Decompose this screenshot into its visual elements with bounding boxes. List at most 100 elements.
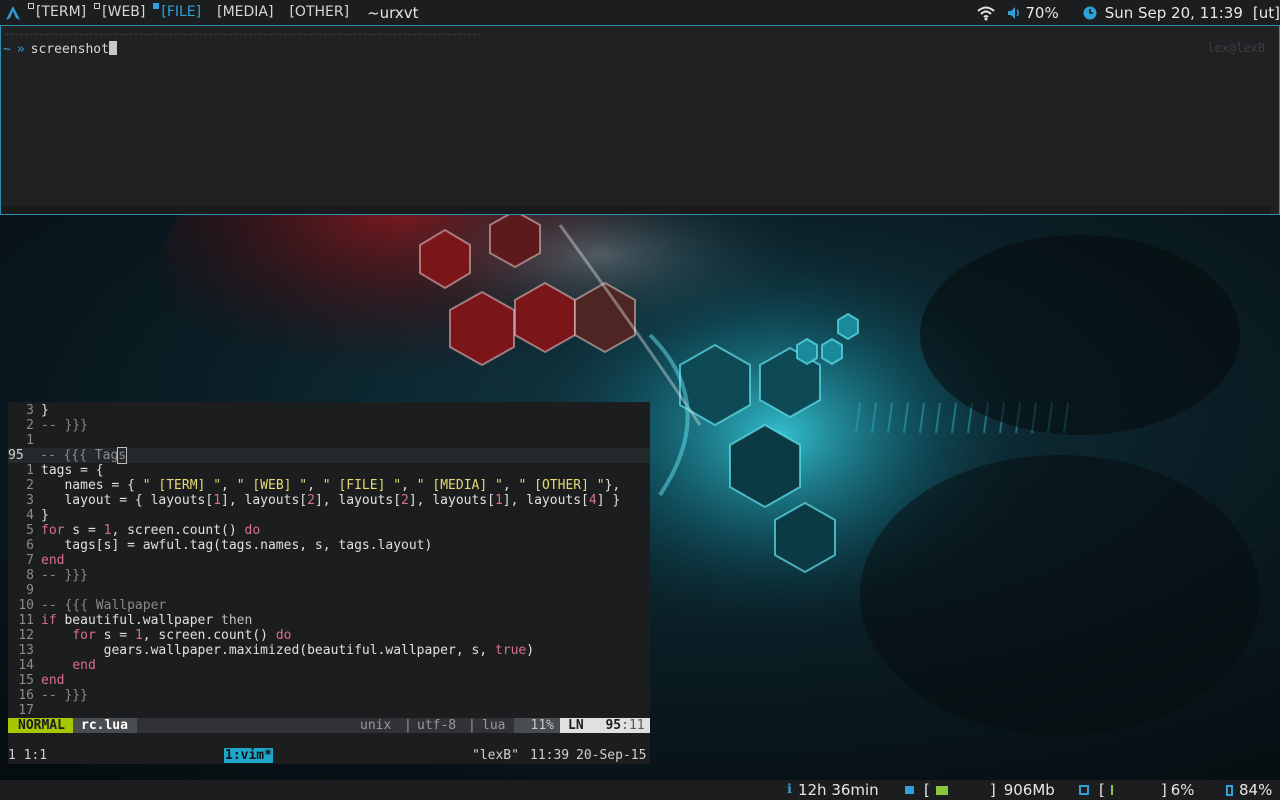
vim-line[interactable]: 8 -- }}}	[8, 568, 650, 583]
vim-statusline: NORMAL rc.lua unix | utf-8 | lua 11% LN …	[8, 718, 650, 733]
line-code: }	[41, 508, 49, 523]
prompt-directory: ~	[3, 42, 11, 57]
vim-line[interactable]: 12 for s = 1, screen.count() do	[8, 628, 650, 643]
tmux-date: 20-Sep-15	[576, 748, 647, 763]
uptime-widget: ℹ 12h 36min	[787, 780, 879, 800]
memory-bar-close: ]	[989, 781, 996, 799]
memory-value: 906Mb	[1003, 781, 1055, 799]
vim-line[interactable]: 17	[8, 703, 650, 718]
vim-line[interactable]: 7 end	[8, 553, 650, 568]
terminal-bottom-strip	[1, 206, 1271, 214]
line-number: 1	[26, 463, 34, 478]
vim-line[interactable]: 5 for s = 1, screen.count() do	[8, 523, 650, 538]
line-code: tags = {	[41, 463, 104, 478]
memory-bar-fill	[935, 785, 948, 795]
vim-sep: |	[404, 718, 412, 733]
vim-filetype: lua	[482, 718, 506, 733]
vim-line[interactable]: 11 if beautiful.wallpaper then	[8, 613, 650, 628]
tmux-time: 11:39	[530, 748, 570, 763]
tag-media[interactable]: [MEDIA]	[207, 0, 279, 25]
line-code: end	[41, 673, 65, 688]
battery-value: 84%	[1239, 781, 1273, 799]
line-code: end	[41, 553, 65, 568]
vim-line[interactable]: 3}	[8, 403, 650, 418]
vim-current-line[interactable]: 95 -- {{{ Tags	[8, 447, 650, 464]
wifi-icon[interactable]	[977, 5, 996, 21]
cpu-bar-fill	[1110, 785, 1113, 795]
tag-file[interactable]: [FILE]	[151, 0, 207, 25]
vim-column-number: :11	[621, 718, 645, 733]
uptime-value: 12h 36min	[797, 781, 879, 799]
line-number: 2	[26, 478, 34, 493]
vim-line[interactable]: 15 end	[8, 673, 650, 688]
vim-line[interactable]: 4}	[8, 508, 650, 523]
clock-text[interactable]: Sun Sep 20, 11:39	[1105, 4, 1243, 22]
vim-terminal-window[interactable]: 3} 2 -- }}} 1 95 -- {{{ Tags 1 tags = {2 names …	[8, 402, 650, 764]
cpu-bar-open: [	[1099, 781, 1105, 799]
bottom-panel: ℹ 12h 36min [ ] 906Mb [ ] 6% 84%	[0, 780, 1280, 800]
vim-line[interactable]: 10 -- {{{ Wallpaper	[8, 598, 650, 613]
line-code: -- }}}	[41, 568, 88, 583]
line-code: layout = { layouts[1], layouts[2], layou…	[41, 493, 621, 508]
vim-percent: 11%	[514, 718, 560, 733]
memory-icon	[905, 786, 914, 794]
urxvt-terminal-window[interactable]: ~ » screenshot lex@lexB	[0, 25, 1280, 215]
line-number: 4	[26, 508, 34, 523]
line-code: -- {{{ Tags	[40, 447, 128, 464]
vim-ln-label: LN	[568, 718, 584, 733]
tag-label: [FILE]	[161, 4, 202, 20]
line-number: 17	[18, 703, 34, 718]
line-number: 14	[18, 658, 34, 673]
line-number: 3	[26, 493, 34, 508]
vim-line[interactable]: 16 -- }}}	[8, 688, 650, 703]
vim-line[interactable]: 3 layout = { layouts[1], layouts[2], lay…	[8, 493, 650, 508]
cpu-value: 6%	[1170, 781, 1195, 799]
tag-term[interactable]: [TERM]	[26, 0, 92, 25]
arch-launcher-icon[interactable]	[0, 0, 26, 25]
tmux-window-tab[interactable]: 1:vim*	[224, 748, 273, 763]
line-code: -- }}}	[41, 418, 88, 433]
line-number: 10	[18, 598, 34, 613]
tag-label: [MEDIA]	[217, 4, 274, 20]
vim-line[interactable]: 2 -- }}}	[8, 418, 650, 433]
vim-filename: rc.lua	[73, 718, 137, 733]
keyboard-layout-indicator[interactable]: [ut]	[1253, 4, 1280, 22]
command-input[interactable]: screenshot	[31, 42, 109, 57]
tag-other[interactable]: [OTHER]	[279, 0, 355, 25]
cpu-bar-close: ]	[1160, 781, 1167, 799]
line-code: tags[s] = awful.tag(tags.names, s, tags.…	[41, 538, 433, 553]
line-number: 7	[26, 553, 34, 568]
text-cursor	[108, 41, 117, 55]
vim-line[interactable]: 14 end	[8, 658, 650, 673]
vim-line[interactable]: 2 names = { " [TERM] ", " [WEB] ", " [FI…	[8, 478, 650, 493]
line-code: end	[72, 658, 96, 673]
vim-line[interactable]: 1	[8, 433, 650, 448]
line-number: 9	[26, 583, 34, 598]
vim-line[interactable]: 13 gears.wallpaper.maximized(beautiful.w…	[8, 643, 650, 658]
vim-line[interactable]: 6 tags[s] = awful.tag(tags.names, s, tag…	[8, 538, 650, 553]
shell-prompt-line[interactable]: ~ » screenshot	[3, 41, 117, 57]
line-number: 2	[26, 418, 34, 433]
tmux-statusbar: 1 1:1 1:vim* "lexB" 11:39 20-Sep-15	[8, 748, 650, 763]
tag-indicator-icon	[153, 3, 160, 9]
info-icon: ℹ	[787, 782, 792, 797]
line-code: for s = 1, screen.count() do	[72, 628, 292, 643]
volume-level[interactable]: 70%	[1025, 4, 1058, 22]
line-number: 3	[26, 403, 34, 418]
prompt-arrow: »	[16, 42, 25, 57]
tag-label: [TERM]	[36, 4, 87, 20]
battery-icon	[1226, 784, 1233, 796]
tag-indicator-icon	[94, 3, 101, 9]
line-number: 95	[8, 448, 24, 463]
line-code: -- }}}	[41, 688, 88, 703]
vim-cursor: s	[117, 447, 128, 464]
vim-line[interactable]: 9	[8, 583, 650, 598]
right-prompt: lex@lexB	[1207, 41, 1265, 55]
volume-icon[interactable]	[1007, 6, 1021, 20]
tag-web[interactable]: [WEB]	[92, 0, 151, 25]
vim-line[interactable]: 1 tags = {	[8, 463, 650, 478]
memory-bar-open: [	[924, 781, 930, 799]
line-number: 8	[26, 568, 34, 583]
vim-fileformat: unix	[360, 718, 392, 733]
battery-widget: 84%	[1226, 780, 1272, 800]
